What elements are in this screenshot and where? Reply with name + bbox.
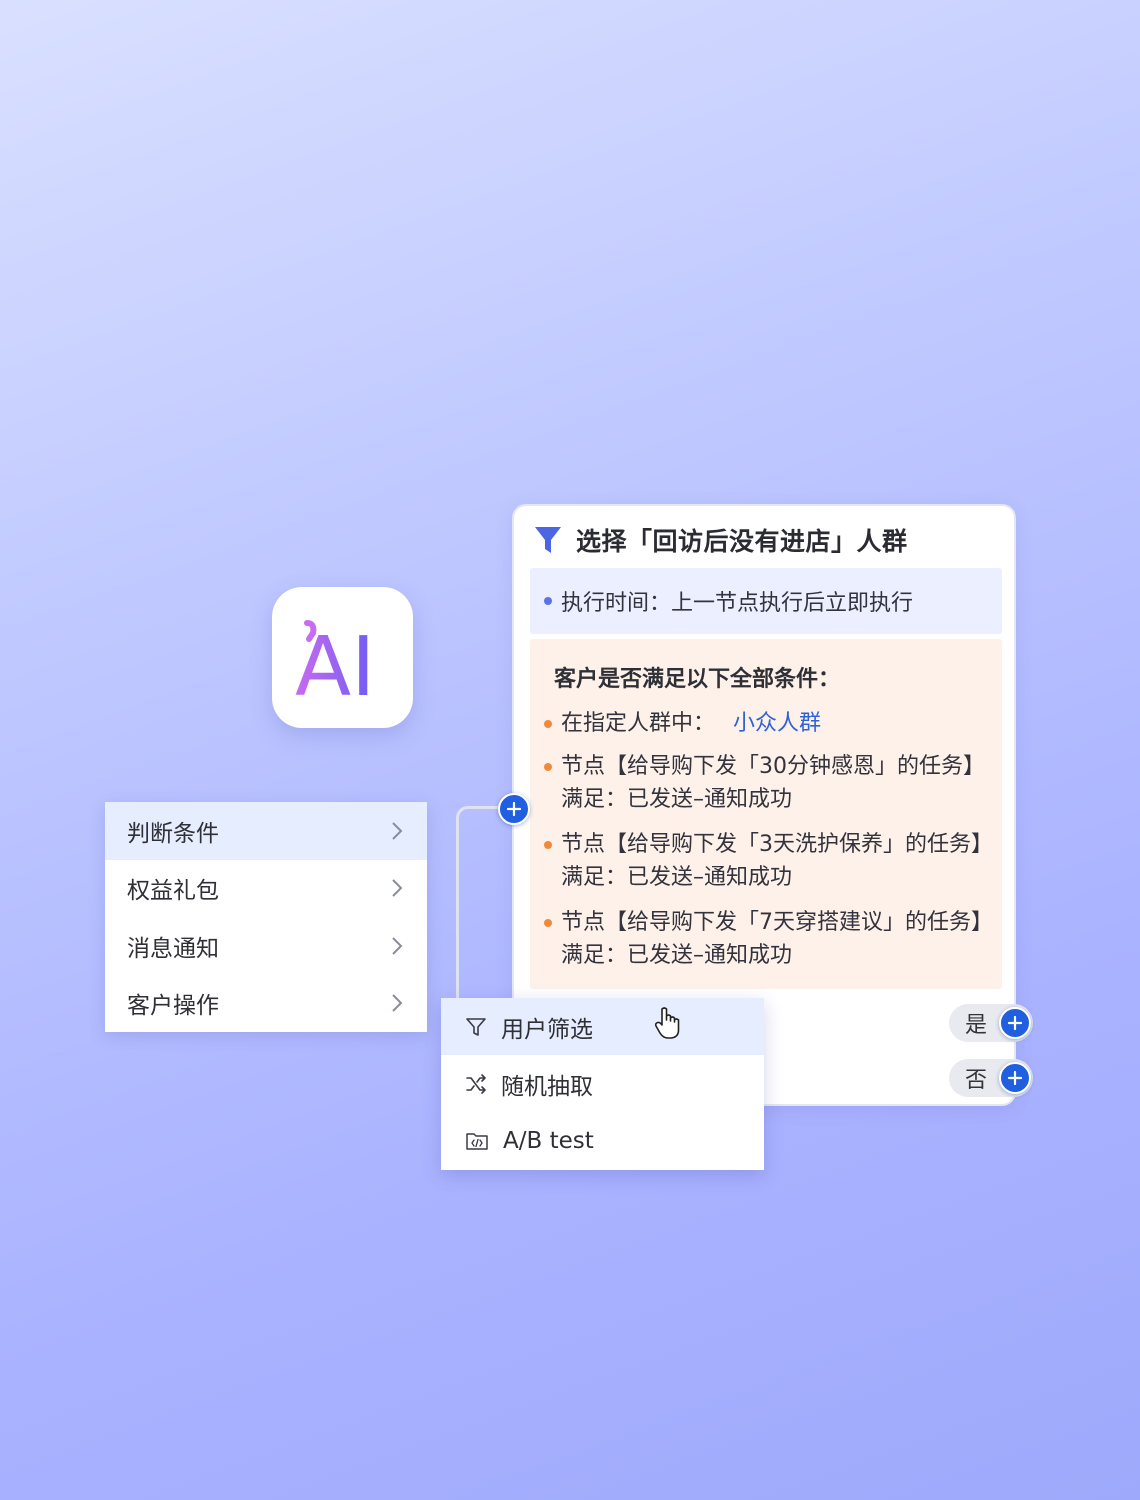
- condition-text: 节点【给导购下发「7天穿搭建议」的任务】满足：已发送–通知成功: [561, 910, 982, 968]
- submenu-item-user-filter[interactable]: 用户筛选: [441, 998, 764, 1056]
- connector-line: [456, 806, 514, 1000]
- branch-yes-label: 是: [965, 1013, 988, 1038]
- node-card-header: 选择「回访后没有进店」人群: [534, 522, 908, 558]
- condition-item: 节点【给导购下发「7天穿搭建议」的任务】满足：已发送–通知成功: [544, 906, 984, 972]
- bullet-dot: [544, 841, 552, 849]
- node-card-title: 选择「回访后没有进店」人群: [576, 527, 908, 556]
- menu-item-benefits[interactable]: 权益礼包: [105, 860, 427, 918]
- branch-no[interactable]: 否: [949, 1059, 1033, 1097]
- ai-logo-tile: AI: [272, 587, 413, 728]
- plus-icon: [1007, 1070, 1023, 1086]
- conditions-heading: 客户是否满足以下全部条件：: [554, 667, 841, 692]
- add-yes-branch-button[interactable]: [999, 1007, 1031, 1039]
- execution-time-text: 执行时间：上一节点执行后立即执行: [561, 591, 914, 616]
- submenu-item-label: 用户筛选: [501, 1016, 593, 1043]
- ai-logo-text: AI: [295, 620, 375, 701]
- crowd-label: 在指定人群中：: [561, 711, 716, 736]
- submenu-item-label: 随机抽取: [501, 1073, 593, 1100]
- submenu-item-ab-test[interactable]: A/B test: [441, 1113, 764, 1170]
- filter-icon: [466, 1017, 486, 1036]
- submenu-item-random[interactable]: 随机抽取: [441, 1055, 764, 1112]
- bullet-dot: [544, 763, 552, 771]
- condition-item: 节点【给导购下发「3天洗护保养」的任务】满足：已发送–通知成功: [544, 828, 984, 894]
- submenu-item-label: A/B test: [503, 1128, 594, 1155]
- branch-yes[interactable]: 是: [949, 1004, 1033, 1042]
- chevron-right-icon: [392, 879, 403, 897]
- execution-time-box: 执行时间：上一节点执行后立即执行: [530, 568, 1002, 634]
- chevron-right-icon: [392, 994, 403, 1012]
- menu-item-label: 客户操作: [127, 993, 219, 1020]
- chevron-right-icon: [392, 822, 403, 840]
- branch-no-label: 否: [965, 1068, 988, 1093]
- plus-icon: [506, 801, 522, 817]
- conditions-box: 客户是否满足以下全部条件： 在指定人群中： 小众人群 节点【给导购下发「30分钟感…: [530, 639, 1002, 989]
- code-folder-icon: [466, 1133, 488, 1150]
- menu-item-label: 消息通知: [127, 935, 219, 962]
- menu-item-condition[interactable]: 判断条件: [105, 802, 427, 860]
- bullet-dot: [544, 597, 552, 605]
- menu-item-label: 判断条件: [127, 820, 219, 847]
- crowd-link[interactable]: 小众人群: [733, 711, 821, 736]
- condition-text: 节点【给导购下发「3天洗护保养」的任务】满足：已发送–通知成功: [561, 832, 982, 890]
- condition-crowd: 在指定人群中： 小众人群: [544, 707, 984, 740]
- add-no-branch-button[interactable]: [999, 1062, 1031, 1094]
- bullet-dot: [544, 720, 552, 728]
- hand-cursor-icon: [654, 1007, 680, 1039]
- bullet-dot: [544, 919, 552, 927]
- add-node-button[interactable]: [498, 793, 530, 825]
- condition-submenu: 用户筛选 随机抽取 A/B test: [441, 998, 764, 1170]
- condition-text: 节点【给导购下发「30分钟感恩」的任务】满足：已发送–通知成功: [561, 754, 974, 812]
- funnel-icon: [535, 527, 561, 553]
- ai-logo-icon: AI: [295, 619, 375, 701]
- plus-icon: [1007, 1015, 1023, 1031]
- chevron-right-icon: [392, 937, 403, 955]
- node-type-menu: 判断条件 权益礼包 消息通知 客户操作: [105, 802, 427, 1032]
- menu-item-label: 权益礼包: [127, 878, 219, 905]
- condition-item: 节点【给导购下发「30分钟感恩」的任务】满足：已发送–通知成功: [544, 750, 984, 816]
- shuffle-icon: [466, 1074, 486, 1094]
- menu-item-notification[interactable]: 消息通知: [105, 917, 427, 975]
- menu-item-customer-action[interactable]: 客户操作: [105, 975, 427, 1033]
